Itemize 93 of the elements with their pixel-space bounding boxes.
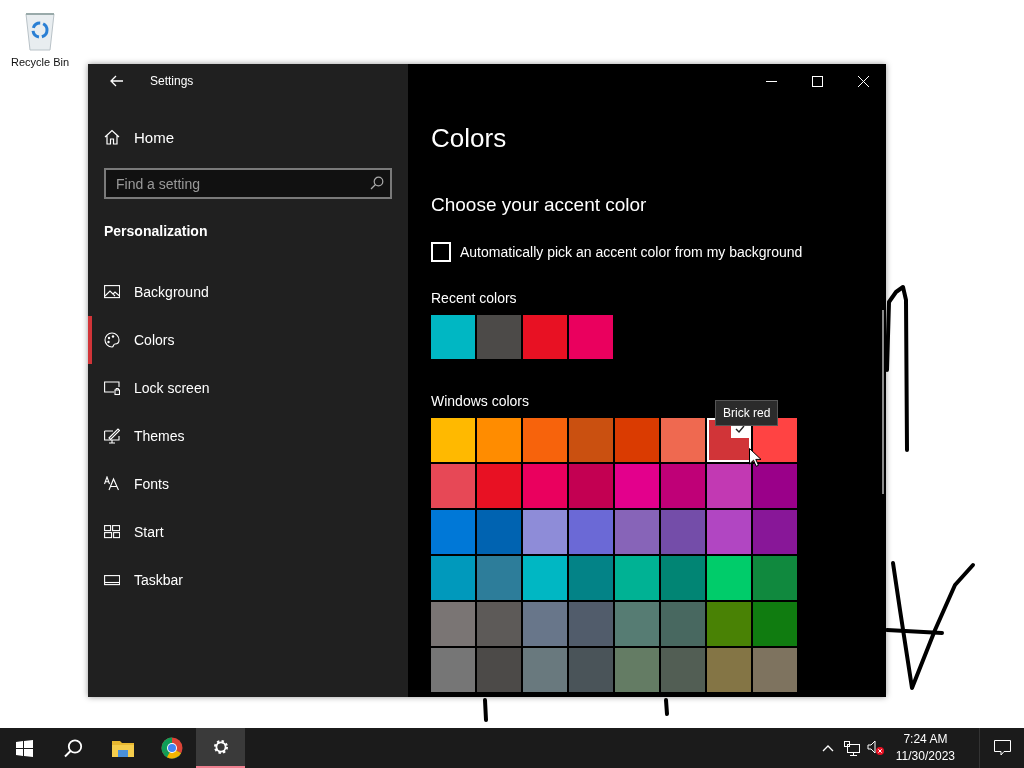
color-swatch[interactable]: [661, 556, 705, 600]
nav-item[interactable]: Start: [88, 508, 392, 556]
checkbox[interactable]: [431, 242, 451, 262]
taskbar-button[interactable]: [196, 728, 245, 768]
color-swatch[interactable]: [477, 418, 521, 462]
color-swatch[interactable]: [431, 464, 475, 508]
color-swatch[interactable]: [477, 556, 521, 600]
color-swatch[interactable]: [707, 464, 751, 508]
color-swatch[interactable]: [477, 510, 521, 554]
palette-icon: [104, 332, 120, 348]
nav-item[interactable]: Taskbar: [88, 556, 392, 604]
taskbar-icon: [104, 572, 120, 588]
color-swatch[interactable]: [431, 602, 475, 646]
color-swatch[interactable]: [431, 648, 475, 692]
chevron-up-icon[interactable]: [821, 744, 834, 752]
nav-item[interactable]: Themes: [88, 412, 392, 460]
scrollbar-thumb[interactable]: [882, 310, 884, 494]
folder-icon: [111, 739, 134, 757]
subheading: Windows colors: [431, 393, 531, 409]
color-swatch[interactable]: [523, 418, 567, 462]
gear-icon: [211, 738, 230, 756]
color-swatch[interactable]: [615, 510, 659, 554]
section-heading: Personalization: [104, 223, 209, 239]
color-swatch[interactable]: [431, 418, 475, 462]
icon-label: Recycle Bin: [10, 56, 70, 68]
color-swatch[interactable]: [477, 602, 521, 646]
color-swatch[interactable]: [707, 648, 751, 692]
nav-item[interactable]: Colors: [88, 316, 392, 364]
search-icon[interactable]: [370, 176, 384, 190]
color-swatch[interactable]: [707, 556, 751, 600]
home-icon: [104, 129, 120, 145]
color-swatch[interactable]: [753, 556, 797, 600]
brush-monitor-icon: [104, 428, 120, 444]
color-swatch[interactable]: [569, 648, 613, 692]
color-swatch[interactable]: [753, 510, 797, 554]
color-swatch[interactable]: [615, 418, 659, 462]
color-swatch[interactable]: [523, 315, 567, 359]
color-swatch[interactable]: [477, 464, 521, 508]
color-swatch[interactable]: [615, 602, 659, 646]
color-swatch[interactable]: [569, 556, 613, 600]
color-swatch[interactable]: [661, 648, 705, 692]
color-swatch[interactable]: [569, 510, 613, 554]
nav-item[interactable]: Lock screen: [88, 364, 392, 412]
color-swatch[interactable]: [477, 315, 521, 359]
color-swatch[interactable]: [661, 510, 705, 554]
color-swatch[interactable]: [661, 418, 705, 462]
network-icon[interactable]: [843, 740, 860, 756]
color-swatch[interactable]: [523, 602, 567, 646]
muted-speaker-icon[interactable]: [866, 740, 885, 756]
nav-item[interactable]: Background: [88, 268, 392, 316]
lock-screen-icon: [104, 380, 120, 396]
color-swatch[interactable]: [523, 556, 567, 600]
search-icon: [64, 738, 83, 758]
color-swatch[interactable]: [569, 315, 613, 359]
clock[interactable]: 7:24 AM 11/30/2023: [887, 731, 963, 765]
color-swatch[interactable]: [615, 464, 659, 508]
home-link[interactable]: Home: [104, 125, 392, 149]
close-button[interactable]: [857, 75, 869, 87]
color-swatch[interactable]: [523, 464, 567, 508]
color-swatch[interactable]: [753, 602, 797, 646]
color-swatch[interactable]: [661, 464, 705, 508]
windows-logo-icon: [16, 739, 33, 757]
color-swatch[interactable]: [431, 510, 475, 554]
color-swatch[interactable]: [431, 556, 475, 600]
font-icon: [104, 476, 120, 492]
checkbox-label: Automatically pick an accent color from my background: [460, 244, 803, 260]
nav-item[interactable]: Fonts: [88, 460, 392, 508]
color-swatch[interactable]: [707, 510, 751, 554]
color-swatch[interactable]: [615, 556, 659, 600]
notification-icon[interactable]: [993, 740, 1011, 756]
page-title: Colors: [431, 123, 508, 154]
back-icon[interactable]: [110, 75, 124, 87]
browser-icon: [160, 737, 183, 759]
color-swatch[interactable]: [569, 464, 613, 508]
color-swatch[interactable]: [753, 464, 797, 508]
color-swatch[interactable]: [661, 602, 705, 646]
color-swatch[interactable]: [523, 510, 567, 554]
tiles-icon: [104, 524, 120, 540]
color-swatch[interactable]: [569, 418, 613, 462]
color-swatch[interactable]: [615, 648, 659, 692]
tooltip: Brick red: [715, 400, 779, 426]
subheading: Recent colors: [431, 290, 518, 306]
section-heading: Choose your accent color: [431, 194, 648, 216]
color-swatch[interactable]: [523, 648, 567, 692]
color-swatch[interactable]: [753, 648, 797, 692]
picture-frame-icon: [104, 284, 120, 300]
window-title: Settings: [150, 74, 194, 88]
color-swatch[interactable]: [477, 648, 521, 692]
color-swatch[interactable]: [431, 315, 475, 359]
search-field[interactable]: Find a setting: [104, 168, 392, 199]
color-swatch[interactable]: [707, 602, 751, 646]
maximize-button[interactable]: [811, 75, 823, 87]
color-swatch[interactable]: [569, 602, 613, 646]
